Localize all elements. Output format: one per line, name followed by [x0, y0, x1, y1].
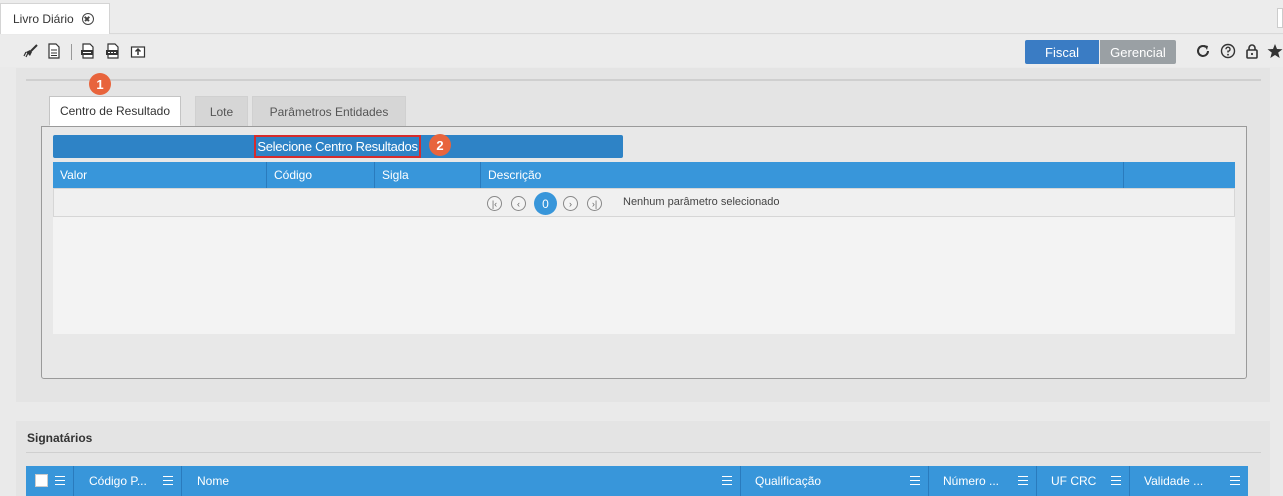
column-header-validade[interactable]: Validade ... [1130, 466, 1248, 496]
column-header-qualificacao[interactable]: Qualificação [741, 466, 929, 496]
column-label: Código [274, 168, 313, 182]
lock-icon[interactable] [1243, 42, 1261, 60]
gerencial-button[interactable]: Gerencial [1100, 40, 1176, 64]
column-header-codigo-p[interactable]: Código P... [74, 466, 182, 496]
tab-label: Parâmetros Entidades [269, 104, 389, 119]
prev-page-icon[interactable]: ‹ [511, 196, 526, 211]
tab-label: Lote [209, 104, 234, 119]
document-tab-label: Livro Diário [13, 12, 74, 26]
close-tab-icon[interactable] [81, 13, 94, 25]
tab-label: Centro de Resultado [59, 104, 171, 118]
column-label: Sigla [382, 168, 409, 182]
select-all-column [26, 466, 74, 496]
column-label: Validade ... [1144, 474, 1204, 488]
document-icon[interactable] [45, 42, 63, 60]
column-menu-icon[interactable] [1018, 476, 1028, 485]
column-label: Valor [60, 168, 88, 182]
column-header-nome[interactable]: Nome [182, 466, 741, 496]
column-menu-icon[interactable] [910, 476, 920, 485]
column-header-uf-crc[interactable]: UF CRC [1037, 466, 1130, 496]
column-header-valor[interactable]: Valor [53, 162, 267, 188]
tab-centro-de-resultado[interactable]: Centro de Resultado [49, 96, 181, 126]
column-label: Nome [197, 474, 230, 488]
panel-divider [26, 452, 1261, 453]
column-header-numero[interactable]: Número ... [929, 466, 1037, 496]
refresh-icon[interactable] [1194, 42, 1212, 60]
star-icon[interactable] [1266, 42, 1283, 60]
column-menu-icon[interactable] [1111, 476, 1121, 485]
pdf-export-icon[interactable] [104, 42, 122, 60]
tab-scroll-button[interactable] [1277, 8, 1283, 28]
column-menu-icon[interactable] [163, 476, 173, 485]
document-tab-strip [0, 0, 1283, 34]
current-page[interactable]: 0 [534, 192, 557, 215]
grid-body [53, 217, 1235, 334]
column-label: Descrição [488, 168, 542, 182]
column-header-extra [1124, 162, 1235, 188]
annotation-badge-2: 2 [429, 134, 451, 156]
column-label: Código P... [89, 474, 147, 488]
column-label: Número ... [943, 474, 1000, 488]
column-label: UF CRC [1051, 474, 1097, 488]
toolbar-separator [71, 44, 72, 60]
signatarios-title: Signatários [27, 431, 93, 445]
column-menu-icon[interactable] [722, 476, 732, 485]
csv-export-icon[interactable] [79, 42, 97, 60]
last-page-icon[interactable]: ›| [587, 196, 602, 211]
tab-parametros-entidades[interactable]: Parâmetros Entidades [252, 96, 406, 126]
column-header-descricao[interactable]: Descrição [481, 162, 1124, 188]
upload-icon[interactable] [129, 42, 147, 60]
help-icon[interactable] [1219, 42, 1237, 60]
pager-status: Nenhum parâmetro selecionado [623, 196, 780, 208]
column-header-codigo[interactable]: Código [267, 162, 375, 188]
next-page-icon[interactable]: › [563, 196, 578, 211]
panel-divider [26, 79, 1261, 81]
column-menu-icon[interactable] [55, 476, 65, 485]
select-all-checkbox[interactable] [35, 474, 48, 487]
tab-lote[interactable]: Lote [195, 96, 248, 126]
document-tab-livro-diario[interactable]: Livro Diário [0, 3, 110, 34]
first-page-icon[interactable]: |‹ [487, 196, 502, 211]
fiscal-button[interactable]: Fiscal [1025, 40, 1099, 64]
select-centro-resultados-button[interactable]: Selecione Centro Resultados [254, 135, 421, 158]
column-label: Qualificação [755, 474, 822, 488]
annotation-badge-1: 1 [89, 73, 111, 95]
column-menu-icon[interactable] [1230, 476, 1240, 485]
column-header-sigla[interactable]: Sigla [375, 162, 481, 188]
broom-icon[interactable] [22, 42, 40, 60]
